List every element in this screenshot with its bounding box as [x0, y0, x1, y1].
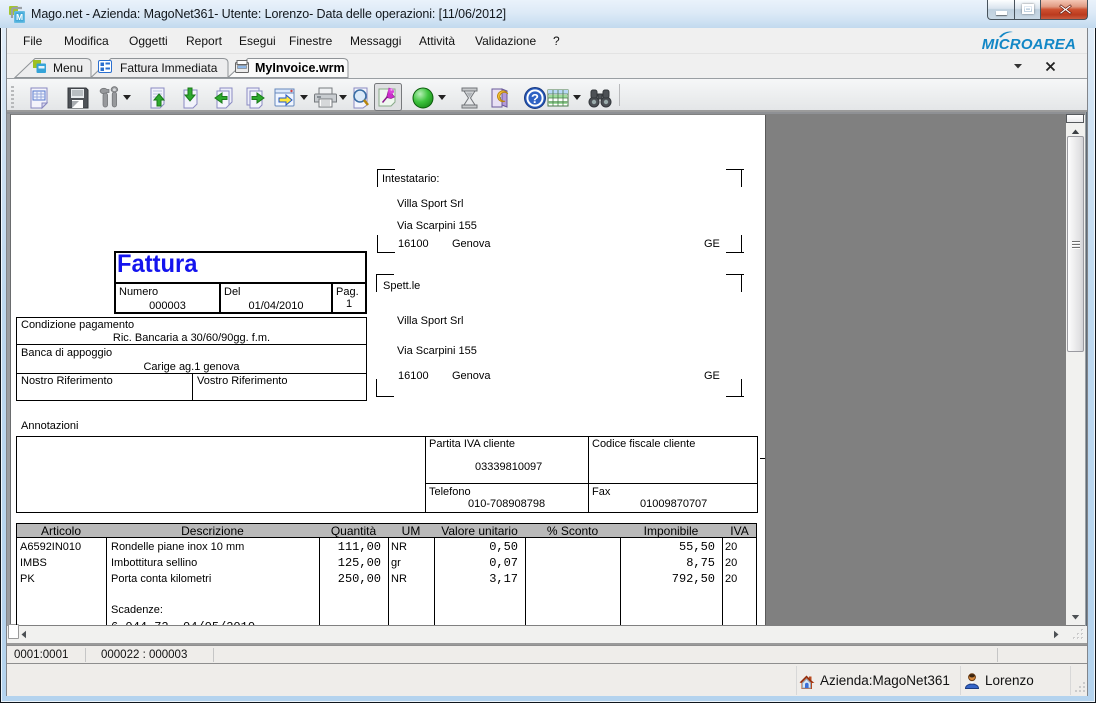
svg-text:?: ?	[531, 91, 539, 106]
svg-text:Menu: Menu	[53, 61, 83, 75]
svg-text:Fattura Immediata: Fattura Immediata	[120, 61, 218, 75]
svg-text:M: M	[16, 12, 23, 22]
svg-text:MyInvoice.wrm: MyInvoice.wrm	[255, 61, 345, 75]
